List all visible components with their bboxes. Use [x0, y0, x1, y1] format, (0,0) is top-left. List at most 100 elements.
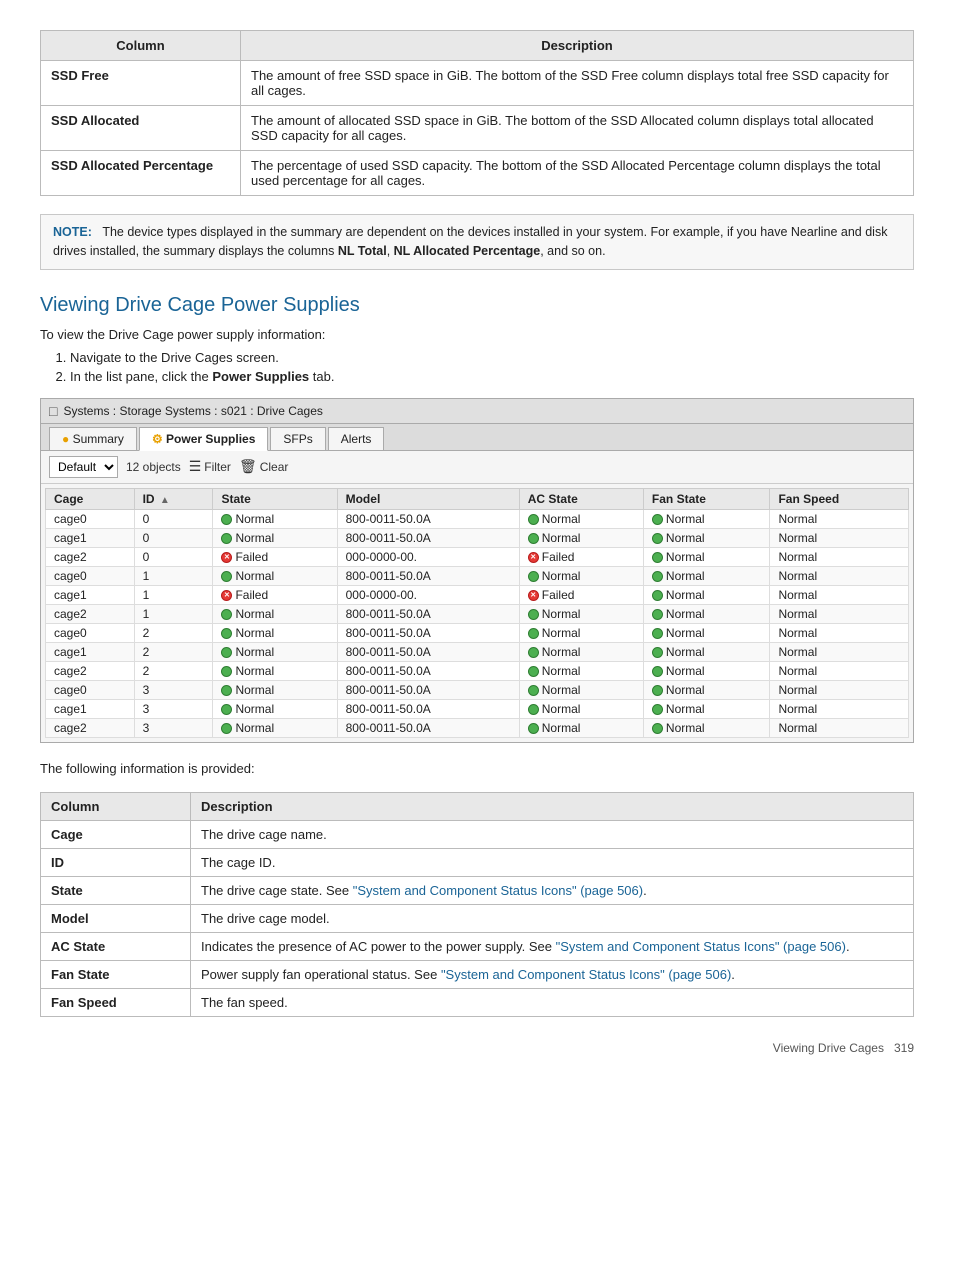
cage-cell: cage1	[46, 528, 135, 547]
default-dropdown[interactable]: Default	[49, 456, 118, 478]
table-row: cage2 3 Normal 800-0011-50.0A Normal Nor…	[46, 718, 909, 737]
cage-cell: cage2	[46, 604, 135, 623]
status-cell: Normal	[213, 680, 337, 699]
ui-toolbar: Default 12 objects ☰ Filter 🗑 Clear	[41, 451, 913, 484]
clear-label: Clear	[260, 460, 289, 474]
fan-speed-cell: Normal	[770, 642, 909, 661]
fan-speed-cell: Normal	[770, 699, 909, 718]
id-cell: 3	[134, 718, 213, 737]
table-row: cage1 3 Normal 800-0011-50.0A Normal Nor…	[46, 699, 909, 718]
status-cell: Normal	[519, 699, 643, 718]
column-name: SSD Allocated Percentage	[41, 151, 241, 196]
table-row: cage2 1 Normal 800-0011-50.0A Normal Nor…	[46, 604, 909, 623]
sort-icon: ▲	[160, 495, 170, 506]
page-footer: Viewing Drive Cages 319	[40, 1041, 914, 1055]
table-row: ModelThe drive cage model.	[41, 904, 914, 932]
column-description: Indicates the presence of AC power to th…	[191, 932, 914, 960]
table-header-state: State	[213, 488, 337, 509]
status-icons-link[interactable]: "System and Component Status Icons" (pag…	[556, 939, 846, 954]
column-description: The drive cage state. See "System and Co…	[191, 876, 914, 904]
column-name: Fan Speed	[41, 988, 191, 1016]
column-name: Cage	[41, 820, 191, 848]
ui-window-body: CageID ▲StateModelAC StateFan StateFan S…	[41, 484, 913, 742]
status-cell: Normal	[519, 623, 643, 642]
status-cell: Normal	[519, 680, 643, 699]
cage-cell: cage1	[46, 585, 135, 604]
id-cell: 0	[134, 509, 213, 528]
note-label: NOTE:	[53, 225, 92, 239]
table-row: Fan SpeedThe fan speed.	[41, 988, 914, 1016]
step-item: Navigate to the Drive Cages screen.	[70, 350, 914, 365]
ui-tab[interactable]: Alerts	[328, 427, 385, 450]
cage-cell: cage2	[46, 718, 135, 737]
bottom-desc-table: Column Description CageThe drive cage na…	[40, 792, 914, 1017]
status-cell: Normal	[519, 509, 643, 528]
table-row: SSD AllocatedThe amount of allocated SSD…	[41, 106, 914, 151]
status-cell: Normal	[643, 642, 770, 661]
fan-speed-cell: Normal	[770, 623, 909, 642]
window-icon: □	[49, 403, 57, 419]
table-header-fan-state: Fan State	[643, 488, 770, 509]
clear-icon: 🗑	[239, 458, 257, 475]
cage-cell: cage0	[46, 623, 135, 642]
status-cell: Normal	[213, 509, 337, 528]
status-cell: Failed	[213, 547, 337, 566]
table-row: cage0 1 Normal 800-0011-50.0A Normal Nor…	[46, 566, 909, 585]
column-name: ID	[41, 848, 191, 876]
filter-button[interactable]: ☰ Filter	[189, 458, 231, 475]
cage-cell: cage2	[46, 547, 135, 566]
status-cell: Failed	[213, 585, 337, 604]
ui-tab[interactable]: ⚙ Power Supplies	[139, 427, 268, 451]
note-box: NOTE: The device types displayed in the …	[40, 214, 914, 270]
column-description: The percentage of used SSD capacity. The…	[241, 151, 914, 196]
status-cell: Normal	[213, 528, 337, 547]
status-cell: Normal	[643, 699, 770, 718]
status-cell: Normal	[643, 604, 770, 623]
fan-speed-cell: Normal	[770, 585, 909, 604]
section-heading: Viewing Drive Cage Power Supplies	[40, 294, 914, 317]
fan-speed-cell: Normal	[770, 718, 909, 737]
table-header-cage: Cage	[46, 488, 135, 509]
id-cell: 2	[134, 661, 213, 680]
ui-tab[interactable]: ● Summary	[49, 427, 137, 450]
status-icons-link[interactable]: "System and Component Status Icons" (pag…	[353, 883, 643, 898]
table-row: AC StateIndicates the presence of AC pow…	[41, 932, 914, 960]
status-cell: Normal	[213, 699, 337, 718]
cage-cell: cage1	[46, 642, 135, 661]
column-name: AC State	[41, 932, 191, 960]
status-cell: Normal	[213, 661, 337, 680]
section-intro: To view the Drive Cage power supply info…	[40, 327, 914, 342]
status-cell: Failed	[519, 585, 643, 604]
table-row: cage0 0 Normal 800-0011-50.0A Normal Nor…	[46, 509, 909, 528]
status-cell: Normal	[213, 623, 337, 642]
status-cell: Normal	[213, 642, 337, 661]
model-cell: 800-0011-50.0A	[337, 661, 519, 680]
step-item: In the list pane, click the Power Suppli…	[70, 369, 914, 384]
id-cell: 1	[134, 566, 213, 585]
status-cell: Normal	[519, 604, 643, 623]
ui-tab[interactable]: SFPs	[270, 427, 325, 450]
top-table-col-header: Column	[41, 31, 241, 61]
status-cell: Normal	[213, 604, 337, 623]
id-cell: 0	[134, 547, 213, 566]
model-cell: 800-0011-50.0A	[337, 509, 519, 528]
steps-list: Navigate to the Drive Cages screen. In th…	[70, 350, 914, 384]
status-icons-link[interactable]: "System and Component Status Icons" (pag…	[441, 967, 731, 982]
power-supplies-table: CageID ▲StateModelAC StateFan StateFan S…	[45, 488, 909, 738]
cage-cell: cage0	[46, 509, 135, 528]
id-cell: 3	[134, 699, 213, 718]
status-cell: Normal	[519, 661, 643, 680]
status-cell: Normal	[643, 623, 770, 642]
ui-tabs: ● Summary⚙ Power SuppliesSFPsAlerts	[41, 424, 913, 451]
clear-button[interactable]: 🗑 Clear	[239, 458, 288, 475]
top-info-table: Column Description SSD FreeThe amount of…	[40, 30, 914, 196]
status-cell: Normal	[519, 642, 643, 661]
fan-speed-cell: Normal	[770, 528, 909, 547]
table-row: cage2 2 Normal 800-0011-50.0A Normal Nor…	[46, 661, 909, 680]
status-cell: Normal	[643, 718, 770, 737]
table-header-ac-state: AC State	[519, 488, 643, 509]
status-cell: Failed	[519, 547, 643, 566]
id-cell: 0	[134, 528, 213, 547]
status-cell: Normal	[643, 585, 770, 604]
objects-count: 12 objects	[126, 460, 181, 474]
